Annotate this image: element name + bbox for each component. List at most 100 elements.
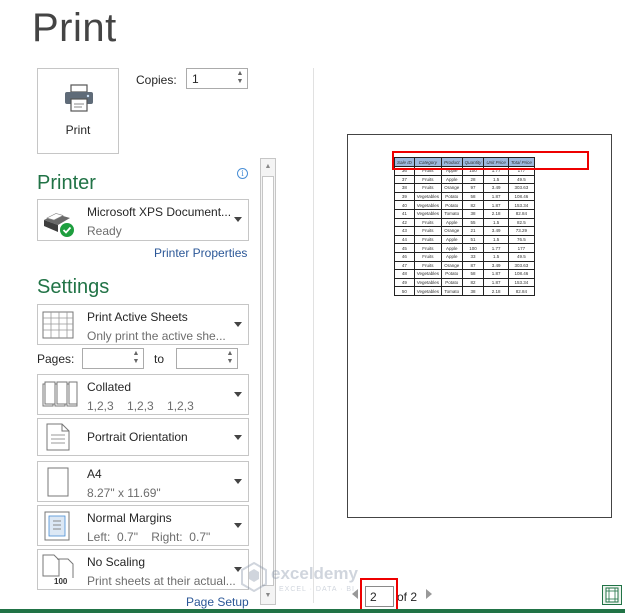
table-cell: Vegetables [413,200,443,210]
table-cell: Apple [441,243,463,253]
spin-down-icon[interactable]: ▼ [235,78,245,86]
table-cell: Potato [441,200,463,210]
watermark-tagline: EXCEL · DATA · BI [279,586,355,593]
spin-down-icon[interactable]: ▼ [225,358,235,366]
table-cell: 38 [461,286,485,296]
margins-label: Normal Margins [87,511,172,525]
page-setup-link[interactable]: Page Setup [186,595,249,609]
panel-divider [313,68,314,603]
print-button-label: Print [65,123,91,137]
table-cell: Vegetables [413,277,443,288]
table-cell: 97 [461,183,485,193]
show-margins-icon [605,587,619,603]
table-cell: 46 [394,251,415,262]
chevron-down-icon [234,322,242,327]
chevron-down-icon [234,217,242,222]
table-cell: 1.5 [483,234,509,245]
header-highlight-box [392,151,589,170]
table-row: 41 Vegetables Tomato 38 2.18 82.84 [394,208,535,219]
table-cell: 82.5 [507,217,535,228]
table-cell: 87 [461,260,485,271]
table-cell: Tomato [441,208,463,219]
table-cell: 1.77 [483,243,509,253]
table-cell: 58 [461,269,485,279]
copies-label: Copies: [136,73,177,87]
info-icon[interactable]: i [237,168,248,179]
spin-up-icon[interactable]: ▲ [131,350,141,358]
table-cell: 76.5 [507,234,535,245]
copies-stepper[interactable]: 1 ▲ ▼ [186,68,248,89]
table-cell: Apple [441,234,463,245]
table-row: 47 Fruits Orange 87 3.49 303.63 [394,260,535,271]
table-cell: Potato [441,277,463,288]
print-preview-page: Sale ID Category Product Quantity Unit Price… [347,134,612,518]
table-cell: 38 [394,183,415,193]
orientation-dropdown[interactable]: Portrait Orientation [37,418,249,456]
portrait-page-icon [46,423,70,451]
table-cell: 39 [394,191,415,202]
collation-label: Collated [87,380,132,394]
settings-heading: Settings [37,276,110,298]
print-scope-dropdown[interactable]: Print Active Sheets Only print the activ… [37,304,249,345]
table-row: 50 Vegetables Tomato 38 2.18 82.84 [394,286,535,296]
table-cell: Tomato [441,286,463,296]
table-cell: Apple [441,174,463,185]
printer-status: Ready [87,224,122,238]
print-button[interactable]: Print [37,68,119,154]
table-row: 44 Fruits Apple 51 1.5 76.5 [394,234,535,245]
table-cell: 33 [461,251,485,262]
printer-icon [65,84,93,112]
collation-dropdown[interactable]: Collated 1,2,3 1,2,3 1,2,3 [37,374,249,415]
print-scope-description: Only print the active she... [87,329,226,343]
table-cell: Fruits [413,226,443,236]
scroll-up-icon[interactable]: ▲ [261,160,275,174]
settings-scrollbar[interactable]: ▲ ▼ [260,158,276,605]
printer-heading: Printer [37,172,96,194]
table-cell: Potato [441,191,463,202]
table-row: 48 Vegetables Potato 58 1.87 108.46 [394,269,535,279]
next-page-icon[interactable] [426,589,432,599]
table-cell: 43 [394,226,415,236]
table-row: 46 Fruits Apple 33 1.5 49.5 [394,251,535,262]
table-cell: Fruits [413,174,443,185]
scaling-icon-text: 100 [54,577,68,586]
table-cell: Orange [441,226,463,236]
table-cell: 153.34 [507,200,535,210]
table-cell: 51 [461,234,485,245]
show-margins-button[interactable] [602,585,622,605]
table-cell: Potato [441,269,463,279]
table-cell: Vegetables [413,191,443,202]
copies-value: 1 [192,72,199,86]
scrollbar-thumb[interactable] [262,176,274,586]
spin-down-icon[interactable]: ▼ [131,358,141,366]
scaling-icon: 100 [42,554,76,586]
table-cell: 28 [461,174,485,185]
preview-table: Sale ID Category Product Quantity Unit Price… [394,157,535,296]
spin-up-icon[interactable]: ▲ [225,350,235,358]
margins-icon [44,511,70,541]
spin-up-icon[interactable]: ▲ [235,70,245,78]
paper-size-dropdown[interactable]: A4 8.27" x 11.69" [37,461,249,502]
scaling-description: Print sheets at their actual... [87,574,236,588]
pages-from-input[interactable]: ▲ ▼ [82,348,144,369]
status-bar-line [0,609,625,613]
table-cell: 40 [394,200,415,210]
scaling-label: No Scaling [87,555,146,569]
table-cell: 45 [394,243,415,253]
previous-page-icon[interactable] [352,589,358,599]
page-number-highlight-box [360,578,398,611]
printer-dropdown[interactable]: Microsoft XPS Document... Ready [37,199,249,241]
table-cell: 48 [394,269,415,279]
margins-dropdown[interactable]: Normal Margins Left: 0.7" Right: 0.7" [37,505,249,546]
table-cell: Apple [441,251,463,262]
margins-description: Left: 0.7" Right: 0.7" [87,530,211,544]
table-row: 40 Vegetables Potato 82 1.87 153.34 [394,200,535,210]
table-row: 45 Fruits Apple 100 1.77 177 [394,243,535,253]
printer-properties-link[interactable]: Printer Properties [154,246,247,260]
table-cell: 1.5 [483,217,509,228]
table-cell: Fruits [413,260,443,271]
chevron-down-icon [234,435,242,440]
table-cell: Fruits [413,243,443,253]
scaling-dropdown[interactable]: 100 No Scaling Print sheets at their act… [37,549,249,590]
pages-to-input[interactable]: ▲ ▼ [176,348,238,369]
